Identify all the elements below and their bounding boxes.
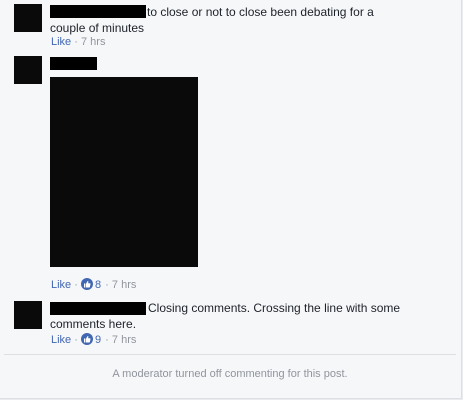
comment-timestamp[interactable]: 7 hrs [81, 36, 105, 48]
reactions[interactable]: 8 [80, 278, 105, 291]
thumbs-up-icon [80, 333, 93, 345]
commenter-avatar[interactable] [14, 301, 42, 329]
commenting-disabled-notice: A moderator turned off commenting for th… [4, 354, 456, 393]
redacted-attached-image[interactable] [50, 77, 198, 267]
like-link[interactable]: Like [51, 279, 71, 291]
meta-separator: · [74, 334, 78, 346]
comment-timestamp[interactable]: 7 hrs [112, 279, 136, 291]
commenter-avatar[interactable] [14, 56, 42, 84]
comments-panel: to close or not to close been debating f… [0, 0, 462, 399]
comment-timestamp[interactable]: 7 hrs [112, 334, 136, 346]
comment-meta: Like · 9 · 7 hrs [51, 333, 136, 347]
comment-text: Closing comments. Crossing the line with… [50, 301, 401, 331]
like-link[interactable]: Like [51, 36, 71, 48]
reactions[interactable]: 9 [80, 333, 105, 346]
comment-text: to close or not to close been debating f… [50, 5, 374, 35]
comment-meta: Like · 8 · 7 hrs [51, 278, 136, 292]
meta-separator: · [105, 334, 109, 346]
meta-separator: · [74, 36, 78, 48]
redacted-commenter-name [50, 57, 97, 70]
thumbs-up-icon [80, 278, 93, 290]
comment-meta: Like · 7 hrs [51, 35, 105, 49]
like-link[interactable]: Like [51, 334, 71, 346]
reaction-count: 9 [94, 334, 102, 346]
meta-separator: · [74, 279, 78, 291]
commenter-avatar[interactable] [14, 4, 42, 32]
meta-separator: · [105, 279, 109, 291]
reaction-count: 8 [94, 279, 102, 291]
